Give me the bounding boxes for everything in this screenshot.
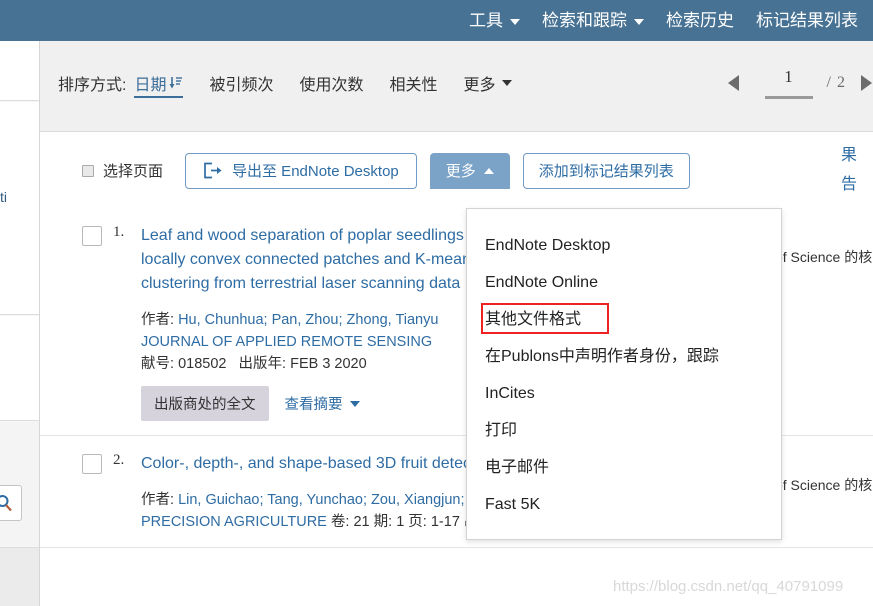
chevron-down-icon	[634, 19, 644, 25]
menu-item-fast-5k[interactable]: Fast 5K	[467, 486, 781, 523]
left-sidebar: ti	[0, 41, 40, 606]
citation-report-link[interactable]: 告	[813, 170, 873, 199]
result-tools-links: 果 告	[813, 141, 873, 199]
pubyear-value: FEB 3 2020	[290, 356, 367, 372]
record-checkbox[interactable]	[82, 226, 102, 246]
pages-label: 页:	[408, 514, 427, 530]
record-number: 1.	[113, 224, 141, 421]
main-content: 排序方式: 日期 被引频次 使用次数 相关性 更多	[40, 41, 873, 606]
sidebar-panel-bottom	[0, 547, 39, 606]
search-icon	[0, 494, 13, 512]
nav-item-tools-label: 工具	[469, 0, 503, 41]
sort-option-date-label: 日期	[134, 71, 166, 95]
nav-item-search-and-track[interactable]: 检索和跟踪	[531, 0, 655, 41]
journal-name[interactable]: JOURNAL OF APPLIED REMOTE SENSING	[141, 334, 432, 350]
authors-value[interactable]: Hu, Chunhua; Pan, Zhou; Zhong, Tianyu	[178, 312, 438, 328]
chevron-down-icon	[502, 80, 512, 86]
sidebar-partial-label: ti	[0, 189, 7, 205]
authors-label: 作者:	[141, 492, 174, 508]
view-abstract-link[interactable]: 查看摘要	[285, 393, 360, 414]
analyze-results-link[interactable]: 果	[813, 141, 873, 170]
menu-item-email[interactable]: 电子邮件	[467, 449, 781, 486]
issue-value: 1	[396, 514, 404, 530]
export-icon	[203, 162, 222, 179]
record-number: 2.	[113, 452, 141, 533]
volume-value: 21	[353, 514, 369, 530]
authors-label: 作者:	[141, 312, 174, 328]
sidebar-panel-filters	[0, 316, 39, 421]
more-export-options-label: 更多	[446, 160, 476, 181]
menu-item-publons-claim-label: 在Publons中声明作者身份，跟踪	[485, 348, 719, 365]
chevron-up-icon	[484, 168, 494, 174]
nav-item-search-history-label: 检索历史	[666, 0, 734, 41]
article-number-value: 018502	[178, 356, 226, 372]
pagination-current-underline	[765, 96, 813, 99]
menu-item-other-file-formats-label: 其他文件格式	[485, 311, 581, 328]
nav-item-marked-list[interactable]: 标记结果列表	[745, 0, 869, 41]
volume-label: 卷:	[331, 514, 350, 530]
pagination-next-button[interactable]	[861, 75, 872, 91]
record-checkbox[interactable]	[82, 454, 102, 474]
pagination-total-pages: 2	[837, 74, 845, 92]
export-options-dropdown: EndNote Desktop EndNote Online 其他文件格式 在P…	[466, 208, 782, 540]
publisher-fulltext-button[interactable]: 出版商处的全文	[141, 386, 269, 421]
menu-item-incites[interactable]: InCites	[467, 375, 781, 412]
authors-value[interactable]: Lin, Guichao; Tang, Yunchao; Zou, Xiangj…	[178, 492, 487, 508]
page-root: 工具 检索和跟踪 检索历史 标记结果列表 ti	[0, 0, 873, 606]
sidebar-panel-top	[0, 41, 39, 101]
menu-item-endnote-desktop[interactable]: EndNote Desktop	[467, 227, 781, 264]
article-number-label: 献号:	[141, 356, 174, 372]
menu-item-incites-label: InCites	[485, 385, 535, 402]
more-export-options-button[interactable]: 更多	[430, 153, 510, 189]
sort-by-label: 排序方式:	[58, 71, 126, 95]
nav-item-tools[interactable]: 工具	[458, 0, 531, 41]
menu-item-email-label: 电子邮件	[485, 459, 549, 476]
menu-item-fast-5k-label: Fast 5K	[485, 496, 540, 513]
menu-item-other-file-formats[interactable]: 其他文件格式	[467, 301, 781, 338]
results-toolbar: 选择页面 导出至 EndNote Desktop 更多 添加到标记结果列表	[40, 133, 873, 208]
sort-options: 排序方式: 日期 被引频次 使用次数 相关性 更多	[58, 71, 512, 98]
nav-item-marked-list-label: 标记结果列表	[756, 0, 858, 41]
sort-option-times-cited[interactable]: 被引频次	[209, 71, 273, 95]
export-endnote-desktop-button[interactable]: 导出至 EndNote Desktop	[185, 153, 417, 189]
sort-option-more-label: 更多	[464, 71, 496, 95]
sidebar-search-button[interactable]	[0, 485, 22, 521]
pagination-separator: /	[827, 74, 831, 92]
menu-item-publons-claim[interactable]: 在Publons中声明作者身份，跟踪	[467, 338, 781, 375]
journal-name[interactable]: PRECISION AGRICULTURE	[141, 514, 327, 530]
sort-bar: 排序方式: 日期 被引频次 使用次数 相关性 更多	[40, 41, 873, 132]
nav-item-search-history[interactable]: 检索历史	[655, 0, 745, 41]
pagination-prev-button[interactable]	[728, 75, 739, 91]
menu-item-endnote-online[interactable]: EndNote Online	[467, 264, 781, 301]
pagination: 1 / 2	[728, 67, 872, 99]
sort-option-more[interactable]: 更多	[464, 71, 512, 95]
pages-value: 1-17	[431, 514, 460, 530]
chevron-down-icon	[350, 401, 360, 407]
issue-label: 期:	[374, 514, 393, 530]
add-to-marked-list-label: 添加到标记结果列表	[539, 160, 674, 181]
pagination-current-page-value: 1	[784, 67, 793, 86]
menu-item-endnote-online-label: EndNote Online	[485, 274, 598, 291]
pubyear-label: 出版年:	[239, 356, 287, 372]
select-page-checkbox[interactable]: 选择页面	[82, 160, 163, 181]
select-page-label: 选择页面	[103, 160, 163, 181]
pagination-current-page[interactable]: 1	[765, 67, 813, 99]
menu-item-endnote-desktop-label: EndNote Desktop	[485, 237, 610, 254]
chevron-down-icon	[510, 19, 520, 25]
sort-option-usage-count[interactable]: 使用次数	[299, 71, 363, 95]
menu-item-print[interactable]: 打印	[467, 412, 781, 449]
nav-item-search-and-track-label: 检索和跟踪	[542, 0, 627, 41]
sidebar-panel-refine	[0, 102, 39, 315]
sort-option-date[interactable]: 日期	[134, 71, 183, 98]
view-abstract-label: 查看摘要	[285, 393, 343, 414]
top-navigation-bar: 工具 检索和跟踪 检索历史 标记结果列表	[0, 0, 873, 41]
add-to-marked-list-button[interactable]: 添加到标记结果列表	[523, 153, 690, 189]
sort-descending-icon	[169, 76, 183, 90]
checkbox-icon	[82, 165, 94, 177]
sort-option-relevance[interactable]: 相关性	[390, 71, 438, 95]
export-endnote-desktop-label: 导出至 EndNote Desktop	[232, 160, 399, 181]
menu-item-print-label: 打印	[485, 422, 517, 439]
sidebar-panel-lower	[0, 422, 39, 546]
